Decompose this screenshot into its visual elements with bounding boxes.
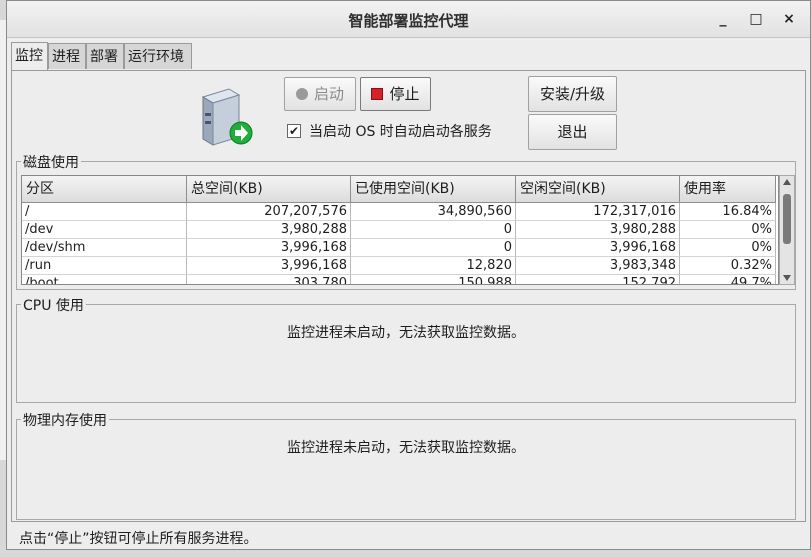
title-bar[interactable]: 智能部署监控代理 _ □ × [7, 1, 810, 38]
cell-total: 3,996,168 [187, 239, 351, 257]
exit-button[interactable]: 退出 [528, 114, 617, 150]
tab-process[interactable]: 进程 [48, 43, 86, 69]
autostart-label: 当启动 OS 时自动启动各服务 [309, 124, 492, 140]
cell-partition: /run [22, 257, 187, 275]
column-header-partition[interactable]: 分区 [22, 176, 187, 203]
stop-icon [371, 88, 384, 100]
disk-table: 分区 总空间(KB) 已使用空间(KB) 空闲空间(KB) 使用率 / 207,… [21, 175, 779, 285]
tab-deploy[interactable]: 部署 [86, 43, 124, 69]
cell-free: 3,980,288 [516, 221, 680, 239]
cell-total: 303,780 [187, 275, 351, 284]
stop-button-label: 停止 [389, 85, 420, 103]
window-title: 智能部署监控代理 [348, 12, 469, 30]
cell-partition: / [22, 203, 187, 221]
column-header-total[interactable]: 总空间(KB) [187, 176, 351, 203]
close-button[interactable]: × [779, 9, 799, 29]
start-button[interactable]: 启动 [284, 77, 356, 111]
cpu-usage-label: CPU 使用 [21, 295, 86, 315]
main-window: 智能部署监控代理 _ □ × 监控 进程 部署 运行环境 启动 停止 安装/升级… [6, 0, 811, 550]
scroll-up-arrow-icon[interactable] [783, 179, 791, 185]
scroll-down-arrow-icon[interactable] [783, 275, 791, 281]
cell-used: 34,890,560 [351, 203, 516, 221]
cell-free: 172,317,016 [516, 203, 680, 221]
table-row[interactable]: /run 3,996,168 12,820 3,983,348 0.32% [22, 257, 778, 275]
tab-runtime-env[interactable]: 运行环境 [124, 43, 192, 69]
table-row[interactable]: /dev/shm 3,996,168 0 3,996,168 0% [22, 239, 778, 257]
cell-partition: /boot [22, 275, 187, 284]
cell-used: 150,988 [351, 275, 516, 284]
table-row[interactable]: / 207,207,576 34,890,560 172,317,016 16.… [22, 203, 778, 221]
status-bar-text: 点击“停止”按钮可停止所有服务进程。 [19, 531, 258, 547]
disk-usage-label: 磁盘使用 [21, 152, 81, 172]
memory-usage-group: 监控进程未启动，无法获取监控数据。 [16, 419, 796, 520]
start-icon [295, 88, 308, 100]
memory-usage-label: 物理内存使用 [21, 410, 109, 430]
start-button-label: 启动 [313, 85, 344, 103]
cell-used: 0 [351, 221, 516, 239]
tab-monitor[interactable]: 监控 [11, 42, 48, 71]
stop-button[interactable]: 停止 [360, 77, 431, 111]
cpu-status-message: 监控进程未启动，无法获取监控数据。 [287, 325, 525, 341]
scrollbar-thumb[interactable] [783, 194, 791, 244]
table-row[interactable]: /boot 303,780 150,988 152,792 49.7% [22, 275, 778, 284]
cell-usage: 0% [680, 239, 776, 257]
autostart-checkbox[interactable]: ✔ [287, 124, 301, 138]
cell-total: 3,980,288 [187, 221, 351, 239]
cell-usage: 49.7% [680, 275, 776, 284]
cell-usage: 0% [680, 221, 776, 239]
maximize-button[interactable]: □ [746, 9, 766, 29]
cell-free: 3,983,348 [516, 257, 680, 275]
cell-total: 207,207,576 [187, 203, 351, 221]
cell-total: 3,996,168 [187, 257, 351, 275]
minimize-button[interactable]: _ [713, 9, 733, 29]
cpu-usage-group: 监控进程未启动，无法获取监控数据。 [16, 304, 796, 403]
server-icon [201, 88, 253, 146]
cell-free: 152,792 [516, 275, 680, 284]
column-header-usage[interactable]: 使用率 [680, 176, 776, 203]
column-header-used[interactable]: 已使用空间(KB) [351, 176, 516, 203]
cell-used: 12,820 [351, 257, 516, 275]
install-upgrade-button[interactable]: 安装/升级 [528, 76, 617, 112]
cell-usage: 16.84% [680, 203, 776, 221]
cell-used: 0 [351, 239, 516, 257]
disk-table-scrollbar[interactable] [779, 175, 795, 285]
cell-usage: 0.32% [680, 257, 776, 275]
memory-status-message: 监控进程未启动，无法获取监控数据。 [287, 440, 525, 456]
column-header-free[interactable]: 空闲空间(KB) [516, 176, 680, 203]
table-row[interactable]: /dev 3,980,288 0 3,980,288 0% [22, 221, 778, 239]
cell-partition: /dev [22, 221, 187, 239]
cell-partition: /dev/shm [22, 239, 187, 257]
cell-free: 3,996,168 [516, 239, 680, 257]
